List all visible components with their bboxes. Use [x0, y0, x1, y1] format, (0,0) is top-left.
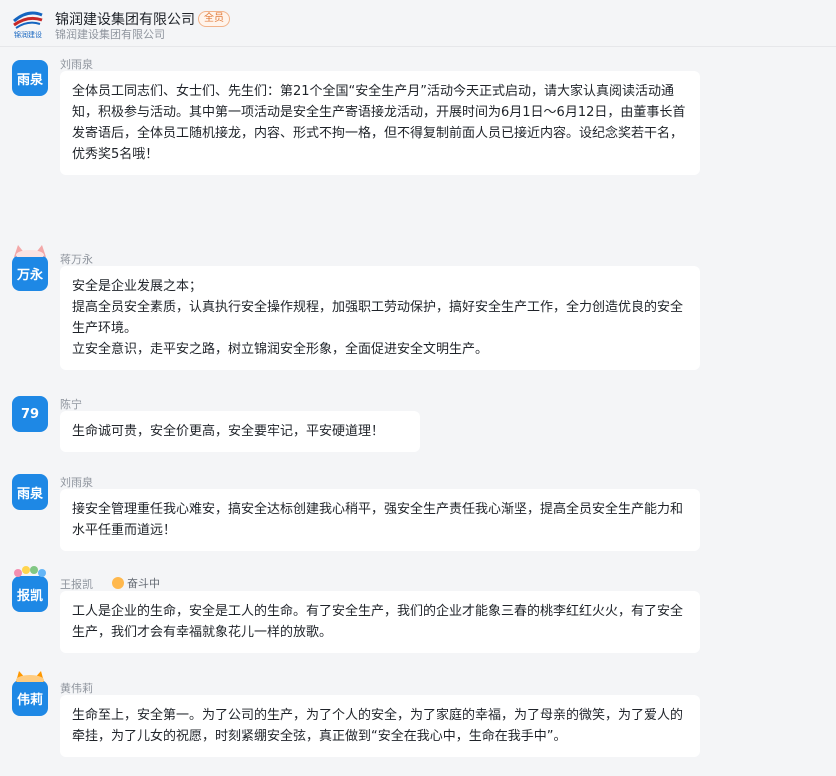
flower-crown-icon [14, 566, 46, 577]
tiger-ears-icon [16, 671, 44, 682]
sender-name[interactable]: 黄伟莉 [60, 680, 93, 696]
sender-name[interactable]: 陈宁 [60, 396, 82, 412]
message-text: 全体员工同志们、女士们、先生们：第21个全国“安全生产月”活动今天正式启动，请大… [72, 84, 686, 162]
sender-name[interactable]: 蒋万永 [60, 251, 93, 267]
message-bubble[interactable]: 全体员工同志们、女士们、先生们：第21个全国“安全生产月”活动今天正式启动，请大… [60, 71, 700, 175]
group-subtitle: 锦润建设集团有限公司 [55, 28, 165, 41]
message-text: 工人是企业的生命，安全是工人的生命。有了安全生产，我们的企业才能象三春的桃李红红… [72, 604, 684, 640]
avatar-text: 雨泉 [16, 486, 43, 502]
message-line: 安全是企业发展之本； [72, 279, 203, 294]
avatar[interactable]: 雨泉 [12, 60, 48, 96]
logo-text: 锦润建设 [14, 30, 42, 39]
avatar[interactable]: 万永 [12, 245, 48, 291]
emoji-face-icon [112, 577, 124, 589]
avatar-text: 雨泉 [16, 72, 43, 88]
message-bubble[interactable]: 接安全管理重任我心难安，搞安全达标创建我心稍平，强安全生产责任我心渐坚，提高全员… [60, 489, 700, 551]
avatar-text: 79 [20, 406, 40, 422]
chat-header: 锦润建设 锦润建设集团有限公司 全员 锦润建设集团有限公司 [0, 0, 836, 47]
sender-name[interactable]: 刘雨泉 [60, 56, 93, 72]
avatar-text: 报凯 [16, 588, 43, 604]
sender-name[interactable]: 刘雨泉 [60, 474, 93, 490]
sender-name[interactable]: 王报凯 [60, 576, 93, 592]
message-line: 立安全意识，走平安之路，树立锦润安全形象，全面促进安全文明生产。 [72, 342, 489, 357]
cat-ears-icon [14, 245, 46, 257]
message-text: 接安全管理重任我心难安，搞安全达标创建我心稍平，强安全生产责任我心渐坚，提高全员… [72, 502, 684, 538]
user-status: 奋斗中 [112, 575, 160, 591]
message-bubble[interactable]: 安全是企业发展之本； 提高全员安全素质，认真执行安全操作规程，加强职工劳动保护，… [60, 266, 700, 370]
message-text: 生命诚可贵，安全价更高，安全要牢记，平安硬道理！ [72, 424, 385, 439]
all-members-badge: 全员 [198, 11, 230, 27]
avatar-text: 万永 [16, 267, 43, 283]
company-logo: 锦润建设 [11, 7, 45, 39]
message-bubble[interactable]: 生命至上，安全第一。为了公司的生产，为了个人的安全，为了家庭的幸福，为了母亲的微… [60, 695, 700, 757]
avatar[interactable]: 报凯 [12, 566, 48, 612]
avatar[interactable]: 伟莉 [12, 671, 48, 716]
message-line: 提高全员安全素质，认真执行安全操作规程，加强职工劳动保护，搞好安全生产工作，全力… [72, 300, 684, 336]
message-text: 生命至上，安全第一。为了公司的生产，为了个人的安全，为了家庭的幸福，为了母亲的微… [72, 708, 684, 744]
status-text: 奋斗中 [127, 577, 160, 590]
message-bubble[interactable]: 工人是企业的生命，安全是工人的生命。有了安全生产，我们的企业才能象三春的桃李红红… [60, 591, 700, 653]
message-bubble[interactable]: 生命诚可贵，安全价更高，安全要牢记，平安硬道理！ [60, 411, 420, 452]
avatar[interactable]: 雨泉 [12, 474, 48, 510]
avatar[interactable]: 79 [12, 396, 48, 432]
avatar-text: 伟莉 [16, 692, 43, 708]
